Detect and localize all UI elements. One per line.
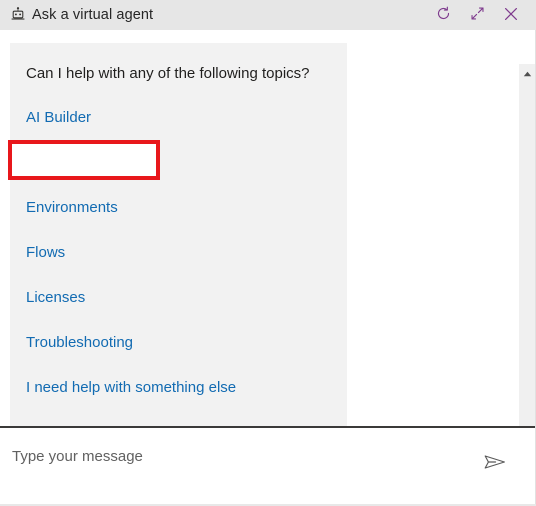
topic-item-environments[interactable]: Environments <box>10 185 347 230</box>
robot-icon <box>7 4 29 26</box>
conversation-scrollbar[interactable] <box>519 64 536 426</box>
topic-link[interactable]: Licenses <box>26 288 85 308</box>
composer <box>0 428 536 504</box>
topic-link[interactable]: App creation <box>26 153 110 173</box>
topic-item-ai-builder[interactable]: AI Builder <box>10 95 347 140</box>
conversation-pane: Can I help with any of the following top… <box>0 30 536 426</box>
topic-item-app-creation[interactable]: App creation <box>10 140 347 185</box>
topic-list: AI Builder App creation Environments Flo… <box>10 95 347 410</box>
topic-item-flows[interactable]: Flows <box>10 230 347 275</box>
window-title: Ask a virtual agent <box>32 7 154 23</box>
send-paper-plane-icon <box>482 451 508 476</box>
minimize-button[interactable] <box>460 0 494 30</box>
send-button[interactable] <box>478 448 512 478</box>
bot-prompt-text: Can I help with any of the following top… <box>26 65 310 82</box>
bot-message-card: Can I help with any of the following top… <box>8 43 347 426</box>
titlebar-actions <box>426 0 536 30</box>
refresh-icon <box>435 5 452 25</box>
topic-item-licenses[interactable]: Licenses <box>10 275 347 320</box>
virtual-agent-window: Ask a virtual agent Can I help with any … <box>0 0 536 506</box>
close-button[interactable] <box>494 0 528 30</box>
topic-item-troubleshooting[interactable]: Troubleshooting <box>10 320 347 365</box>
collapse-arrows-icon <box>469 5 486 25</box>
topic-link[interactable]: AI Builder <box>26 108 91 128</box>
topic-link[interactable]: Environments <box>26 198 118 218</box>
refresh-button[interactable] <box>426 0 460 30</box>
topic-link[interactable]: I need help with something else <box>26 378 236 398</box>
topic-item-need-help[interactable]: I need help with something else <box>10 365 347 410</box>
chevron-up-icon <box>523 64 532 82</box>
topic-link[interactable]: Troubleshooting <box>26 333 133 353</box>
topic-link[interactable]: Flows <box>26 243 65 263</box>
message-input[interactable] <box>0 428 450 468</box>
scroll-up-button[interactable] <box>519 64 536 81</box>
titlebar: Ask a virtual agent <box>0 0 536 30</box>
close-icon <box>502 5 520 26</box>
